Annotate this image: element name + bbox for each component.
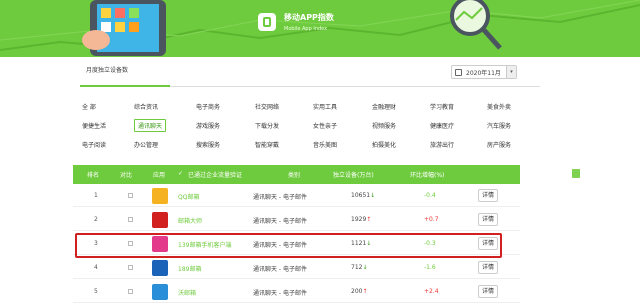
table-header: 排名 对比 应用 ✓ 已通过企业流量验证 类别 独立设备(万台) 环比增幅(%) bbox=[73, 165, 581, 184]
rank-cell: 4 bbox=[94, 264, 98, 271]
highlight-box bbox=[75, 233, 502, 258]
app-name-link[interactable]: 189邮箱 bbox=[178, 264, 201, 273]
header-devices[interactable]: 独立设备(万台) bbox=[333, 170, 374, 179]
app-icon[interactable] bbox=[152, 212, 168, 228]
category-item[interactable]: 房产服务 bbox=[487, 140, 511, 149]
category-item[interactable]: 旅游出行 bbox=[430, 140, 454, 149]
arrow-up-icon: ↑ bbox=[366, 216, 372, 223]
arrow-down-icon: ↓ bbox=[362, 264, 368, 271]
rank-cell: 1 bbox=[94, 192, 98, 199]
arrow-up-icon: ↑ bbox=[362, 288, 368, 295]
header-category: 类别 bbox=[288, 172, 301, 179]
category-item[interactable]: 搜索服务 bbox=[196, 140, 220, 149]
category-item[interactable]: 游戏服务 bbox=[196, 121, 220, 130]
category-item[interactable]: 汽车服务 bbox=[487, 121, 511, 130]
detail-button[interactable]: 详情 bbox=[478, 213, 498, 226]
arrow-down-icon: ↓ bbox=[370, 192, 376, 199]
table-row: 5 沃邮箱 通讯聊天 - 电子邮件 200↑ +2.4 详情 bbox=[73, 281, 520, 303]
devices-value: 10651 bbox=[351, 192, 371, 199]
calendar-icon bbox=[455, 69, 462, 76]
category-item[interactable]: 女性亲子 bbox=[313, 121, 337, 130]
tab-monthly-devices[interactable]: 月度独立设备数 bbox=[82, 63, 132, 85]
devices-cell: 200↑ bbox=[351, 288, 367, 295]
header-app: 应用 bbox=[153, 172, 166, 179]
devices-cell: 1929↑ bbox=[351, 216, 371, 223]
shield-icon bbox=[571, 168, 581, 179]
category-item[interactable]: 拍摄美化 bbox=[372, 140, 396, 149]
category-cell: 通讯聊天 - 电子邮件 bbox=[253, 218, 307, 225]
growth-cell: -1.6 bbox=[424, 264, 436, 271]
category-item[interactable]: 金融理财 bbox=[372, 102, 396, 111]
banner-title: 移动APP指数 bbox=[284, 13, 334, 22]
category-item[interactable]: 美食外卖 bbox=[487, 102, 511, 111]
category-item[interactable]: 实用工具 bbox=[313, 102, 337, 111]
category-item[interactable]: 办公管理 bbox=[134, 140, 158, 149]
devices-value: 712 bbox=[351, 264, 363, 271]
rank-cell: 5 bbox=[94, 288, 98, 295]
category-item[interactable]: 便捷生活 bbox=[82, 121, 106, 130]
category-item[interactable]: 电子商务 bbox=[196, 102, 220, 111]
category-item[interactable]: 下载分发 bbox=[255, 121, 279, 130]
category-item[interactable]: 综合资讯 bbox=[134, 102, 158, 111]
devices-cell: 712↓ bbox=[351, 264, 367, 271]
app-icon[interactable] bbox=[152, 260, 168, 276]
compare-checkbox[interactable] bbox=[128, 265, 133, 270]
detail-button[interactable]: 详情 bbox=[478, 189, 498, 202]
app-name-link[interactable]: QQ邮箱 bbox=[178, 192, 199, 201]
banner-subtitle: Mobile App Index bbox=[284, 26, 328, 32]
compare-checkbox[interactable] bbox=[128, 193, 133, 198]
app-index-logo-icon bbox=[258, 13, 276, 31]
growth-cell: +2.4 bbox=[424, 288, 439, 295]
header-rank: 排名 bbox=[87, 172, 100, 179]
header-banner: 移动APP指数 Mobile App Index bbox=[0, 0, 640, 57]
category-cell: 通讯聊天 - 电子邮件 bbox=[253, 266, 307, 273]
rank-cell: 2 bbox=[94, 216, 98, 223]
category-item[interactable]: 全 部 bbox=[82, 102, 96, 111]
growth-cell: -0.4 bbox=[424, 192, 436, 199]
category-item[interactable]: 智能穿戴 bbox=[255, 140, 279, 149]
month-picker[interactable]: 2020年11月 ▾ bbox=[451, 65, 517, 79]
table-row: 1 QQ邮箱 通讯聊天 - 电子邮件 10651↓ -0.4 详情 bbox=[73, 185, 520, 207]
tab-active-underline bbox=[80, 85, 170, 87]
header-verified: 已通过企业流量验证 bbox=[188, 172, 243, 179]
detail-button[interactable]: 详情 bbox=[478, 261, 498, 274]
tab-bar: 月度独立设备数 bbox=[0, 57, 640, 87]
month-picker-value: 2020年11月 bbox=[466, 70, 501, 77]
compare-checkbox[interactable] bbox=[128, 289, 133, 294]
chevron-down-icon[interactable]: ▾ bbox=[506, 66, 516, 78]
category-item[interactable]: 音乐美图 bbox=[313, 140, 337, 149]
category-item[interactable]: 通讯聊天 bbox=[134, 119, 167, 132]
table-row: 2 邮箱大师 通讯聊天 - 电子邮件 1929↑ +0.7 详情 bbox=[73, 209, 520, 231]
growth-cell: +0.7 bbox=[424, 216, 439, 223]
header-compare: 对比 bbox=[120, 172, 133, 179]
category-item[interactable]: 学习教育 bbox=[430, 102, 454, 111]
category-cell: 通讯聊天 - 电子邮件 bbox=[253, 290, 307, 297]
category-item[interactable]: 社交网络 bbox=[255, 102, 279, 111]
devices-value: 1929 bbox=[351, 216, 367, 223]
table-row: 4 189邮箱 通讯聊天 - 电子邮件 712↓ -1.6 详情 bbox=[73, 257, 520, 279]
devices-value: 200 bbox=[351, 288, 363, 295]
header-growth[interactable]: 环比增幅(%) bbox=[410, 170, 444, 179]
category-cell: 通讯聊天 - 电子邮件 bbox=[253, 194, 307, 201]
devices-cell: 10651↓ bbox=[351, 192, 375, 199]
app-icon[interactable] bbox=[152, 188, 168, 204]
category-item[interactable]: 电子阅读 bbox=[82, 140, 106, 149]
app-name-link[interactable]: 邮箱大师 bbox=[178, 216, 202, 225]
category-item[interactable]: 视频服务 bbox=[372, 121, 396, 130]
app-icon[interactable] bbox=[152, 284, 168, 300]
detail-button[interactable]: 详情 bbox=[478, 285, 498, 298]
verified-check-icon: ✓ bbox=[178, 170, 184, 177]
app-name-link[interactable]: 沃邮箱 bbox=[178, 288, 196, 297]
category-item[interactable]: 健康医疗 bbox=[430, 121, 454, 130]
compare-checkbox[interactable] bbox=[128, 217, 133, 222]
